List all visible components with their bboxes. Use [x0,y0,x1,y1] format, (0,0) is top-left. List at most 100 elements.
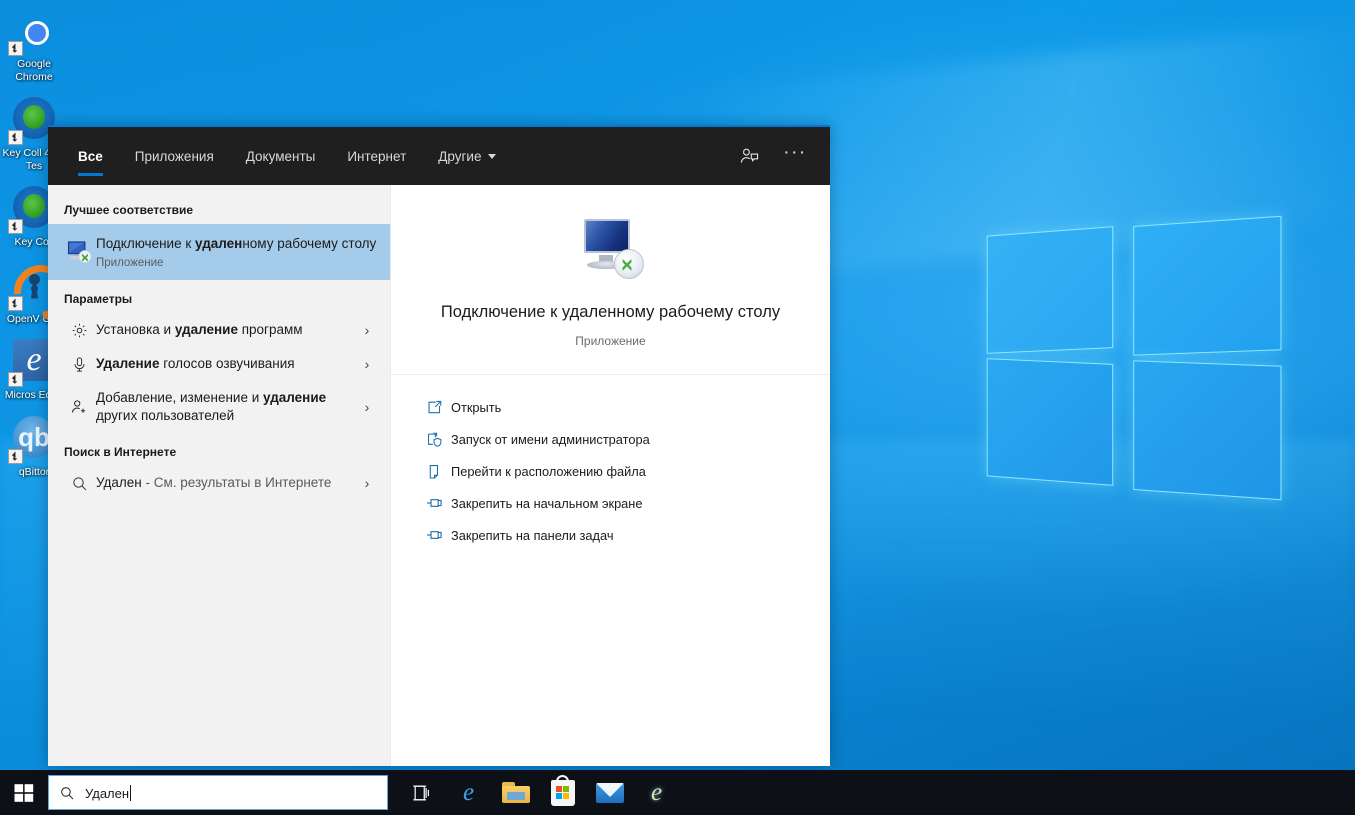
result-text: Подключение к удаленному рабочему столу … [96,235,380,269]
result-settings-apps-and-features[interactable]: Установка и удаление программ › [48,313,390,347]
action-open-file-location[interactable]: Перейти к расположению файла [417,455,830,487]
taskbar-task-view-button[interactable] [398,770,445,815]
shortcut-overlay-icon [8,449,23,464]
search-panel-body: Лучшее соответствие [48,185,830,766]
result-title: Удаление голосов озвучивания [96,355,354,373]
tab-more[interactable]: Другие [422,127,512,185]
title-pre: Установка и [96,322,175,337]
taskbar: Удален e [0,770,1355,815]
chevron-right-icon[interactable]: › [354,399,380,415]
web-suffix: - См. результаты в Интернете [142,475,332,490]
chrome-icon [10,8,58,56]
chevron-right-icon[interactable]: › [354,356,380,372]
title-post: других пользователей [96,408,234,423]
tab-apps[interactable]: Приложения [119,127,230,185]
shortcut-overlay-icon [8,219,23,234]
taskbar-microsoft-store-button[interactable] [539,770,586,815]
tab-label: Все [78,149,103,164]
action-pin-to-taskbar[interactable]: Закрепить на панели задач [417,519,830,551]
logo-pane-top-left [987,226,1113,354]
tab-web[interactable]: Интернет [331,127,422,185]
result-best-match-remote-desktop[interactable]: Подключение к удаленному рабочему столу … [48,224,390,280]
windows-logo-wallpaper [985,205,1290,535]
action-label: Закрепить на начальном экране [451,496,643,511]
shortcut-overlay-icon [8,372,23,387]
shortcut-overlay-icon [8,130,23,145]
section-heading-web-search: Поиск в Интернете [48,433,390,466]
rdp-connect-badge [614,249,644,279]
desktop[interactable]: Google Chrome Key Coll 4.1 - Tes Key Col… [0,0,1355,815]
internet-explorer-icon: e [651,780,662,805]
preview-app-title: Подключение к удаленному рабочему столу [431,301,790,324]
more-options-button[interactable]: ··· [770,127,820,185]
result-settings-other-users[interactable]: Добавление, изменение и удаление других … [48,381,390,433]
microphone-icon [62,356,96,373]
title-pre: Подключение к [96,236,195,251]
result-text: Удален - См. результаты в Интернете [96,474,354,492]
action-label: Запуск от имени администратора [451,432,650,447]
taskbar-search-input[interactable]: Удален [48,775,388,810]
search-icon [59,785,85,801]
search-text: Удален [85,786,129,801]
tab-all[interactable]: Все [62,127,119,185]
add-user-icon [62,398,96,416]
action-label: Закрепить на панели задач [451,528,614,543]
mail-icon [596,783,624,803]
taskbar-mail-button[interactable] [586,770,633,815]
task-view-icon [411,783,433,803]
logo-pane-top-right [1133,216,1281,356]
logo-pane-bottom-left [987,358,1113,486]
title-highlight: удаление [175,322,238,337]
file-explorer-icon [502,782,530,803]
action-run-as-administrator[interactable]: Запуск от имени администратора [417,423,830,455]
start-button[interactable] [0,770,48,815]
title-post: ному рабочему столу [242,236,376,251]
chevron-right-icon[interactable]: › [354,322,380,338]
windows-logo-icon [14,783,34,803]
taskbar-internet-explorer-button[interactable]: e [633,770,680,815]
result-title: Подключение к удаленному рабочему столу [96,235,380,253]
action-open[interactable]: Открыть [417,391,830,423]
preview-app-type: Приложение [419,334,802,348]
pin-icon [417,526,451,544]
tab-label: Другие [438,149,481,164]
preview-header: Подключение к удаленному рабочему столу … [391,185,830,375]
title-highlight: Удаление [96,356,160,371]
taskbar-microsoft-edge-button[interactable]: e [445,770,492,815]
monitor-screen [584,219,630,253]
result-settings-remove-voices[interactable]: Удаление голосов озвучивания › [48,347,390,381]
search-results-panel: Все Приложения Документы Интернет Другие [48,125,830,766]
action-pin-to-start[interactable]: Закрепить на начальном экране [417,487,830,519]
title-post: программ [238,322,303,337]
open-window-icon [417,399,451,416]
tab-documents[interactable]: Документы [230,127,332,185]
result-title: Добавление, изменение и удаление других … [96,389,354,425]
preview-action-list: Открыть Запуск от имени администратора [391,375,830,551]
search-results-list: Лучшее соответствие [48,185,390,766]
result-text: Установка и удаление программ [96,321,354,339]
title-highlight: удаление [263,390,326,405]
search-icon [62,475,96,492]
microsoft-edge-icon: e [463,780,474,805]
shortcut-overlay-icon [8,296,23,311]
remote-desktop-icon [578,219,644,279]
remote-desktop-icon [62,240,96,264]
taskbar-file-explorer-button[interactable] [492,770,539,815]
folder-location-icon [417,463,451,480]
title-post: голосов озвучивания [160,356,295,371]
result-text: Добавление, изменение и удаление других … [96,389,354,425]
shortcut-overlay-icon [8,41,23,56]
result-web-search[interactable]: Удален - См. результаты в Интернете › [48,466,390,500]
title-highlight: удален [195,236,242,251]
tab-label: Приложения [135,149,214,164]
desktop-icon-google-chrome[interactable]: Google Chrome [0,8,68,83]
result-subtitle: Приложение [96,257,380,269]
chevron-right-icon[interactable]: › [354,475,380,491]
web-query: Удален [96,475,142,490]
title-pre: Добавление, изменение и [96,390,263,405]
logo-pane-bottom-right [1133,360,1281,500]
feedback-person-icon[interactable] [728,127,770,185]
app-preview-pane: Подключение к удаленному рабочему столу … [390,185,830,766]
shield-run-icon [417,431,451,448]
tab-bar-spacer [512,127,728,185]
